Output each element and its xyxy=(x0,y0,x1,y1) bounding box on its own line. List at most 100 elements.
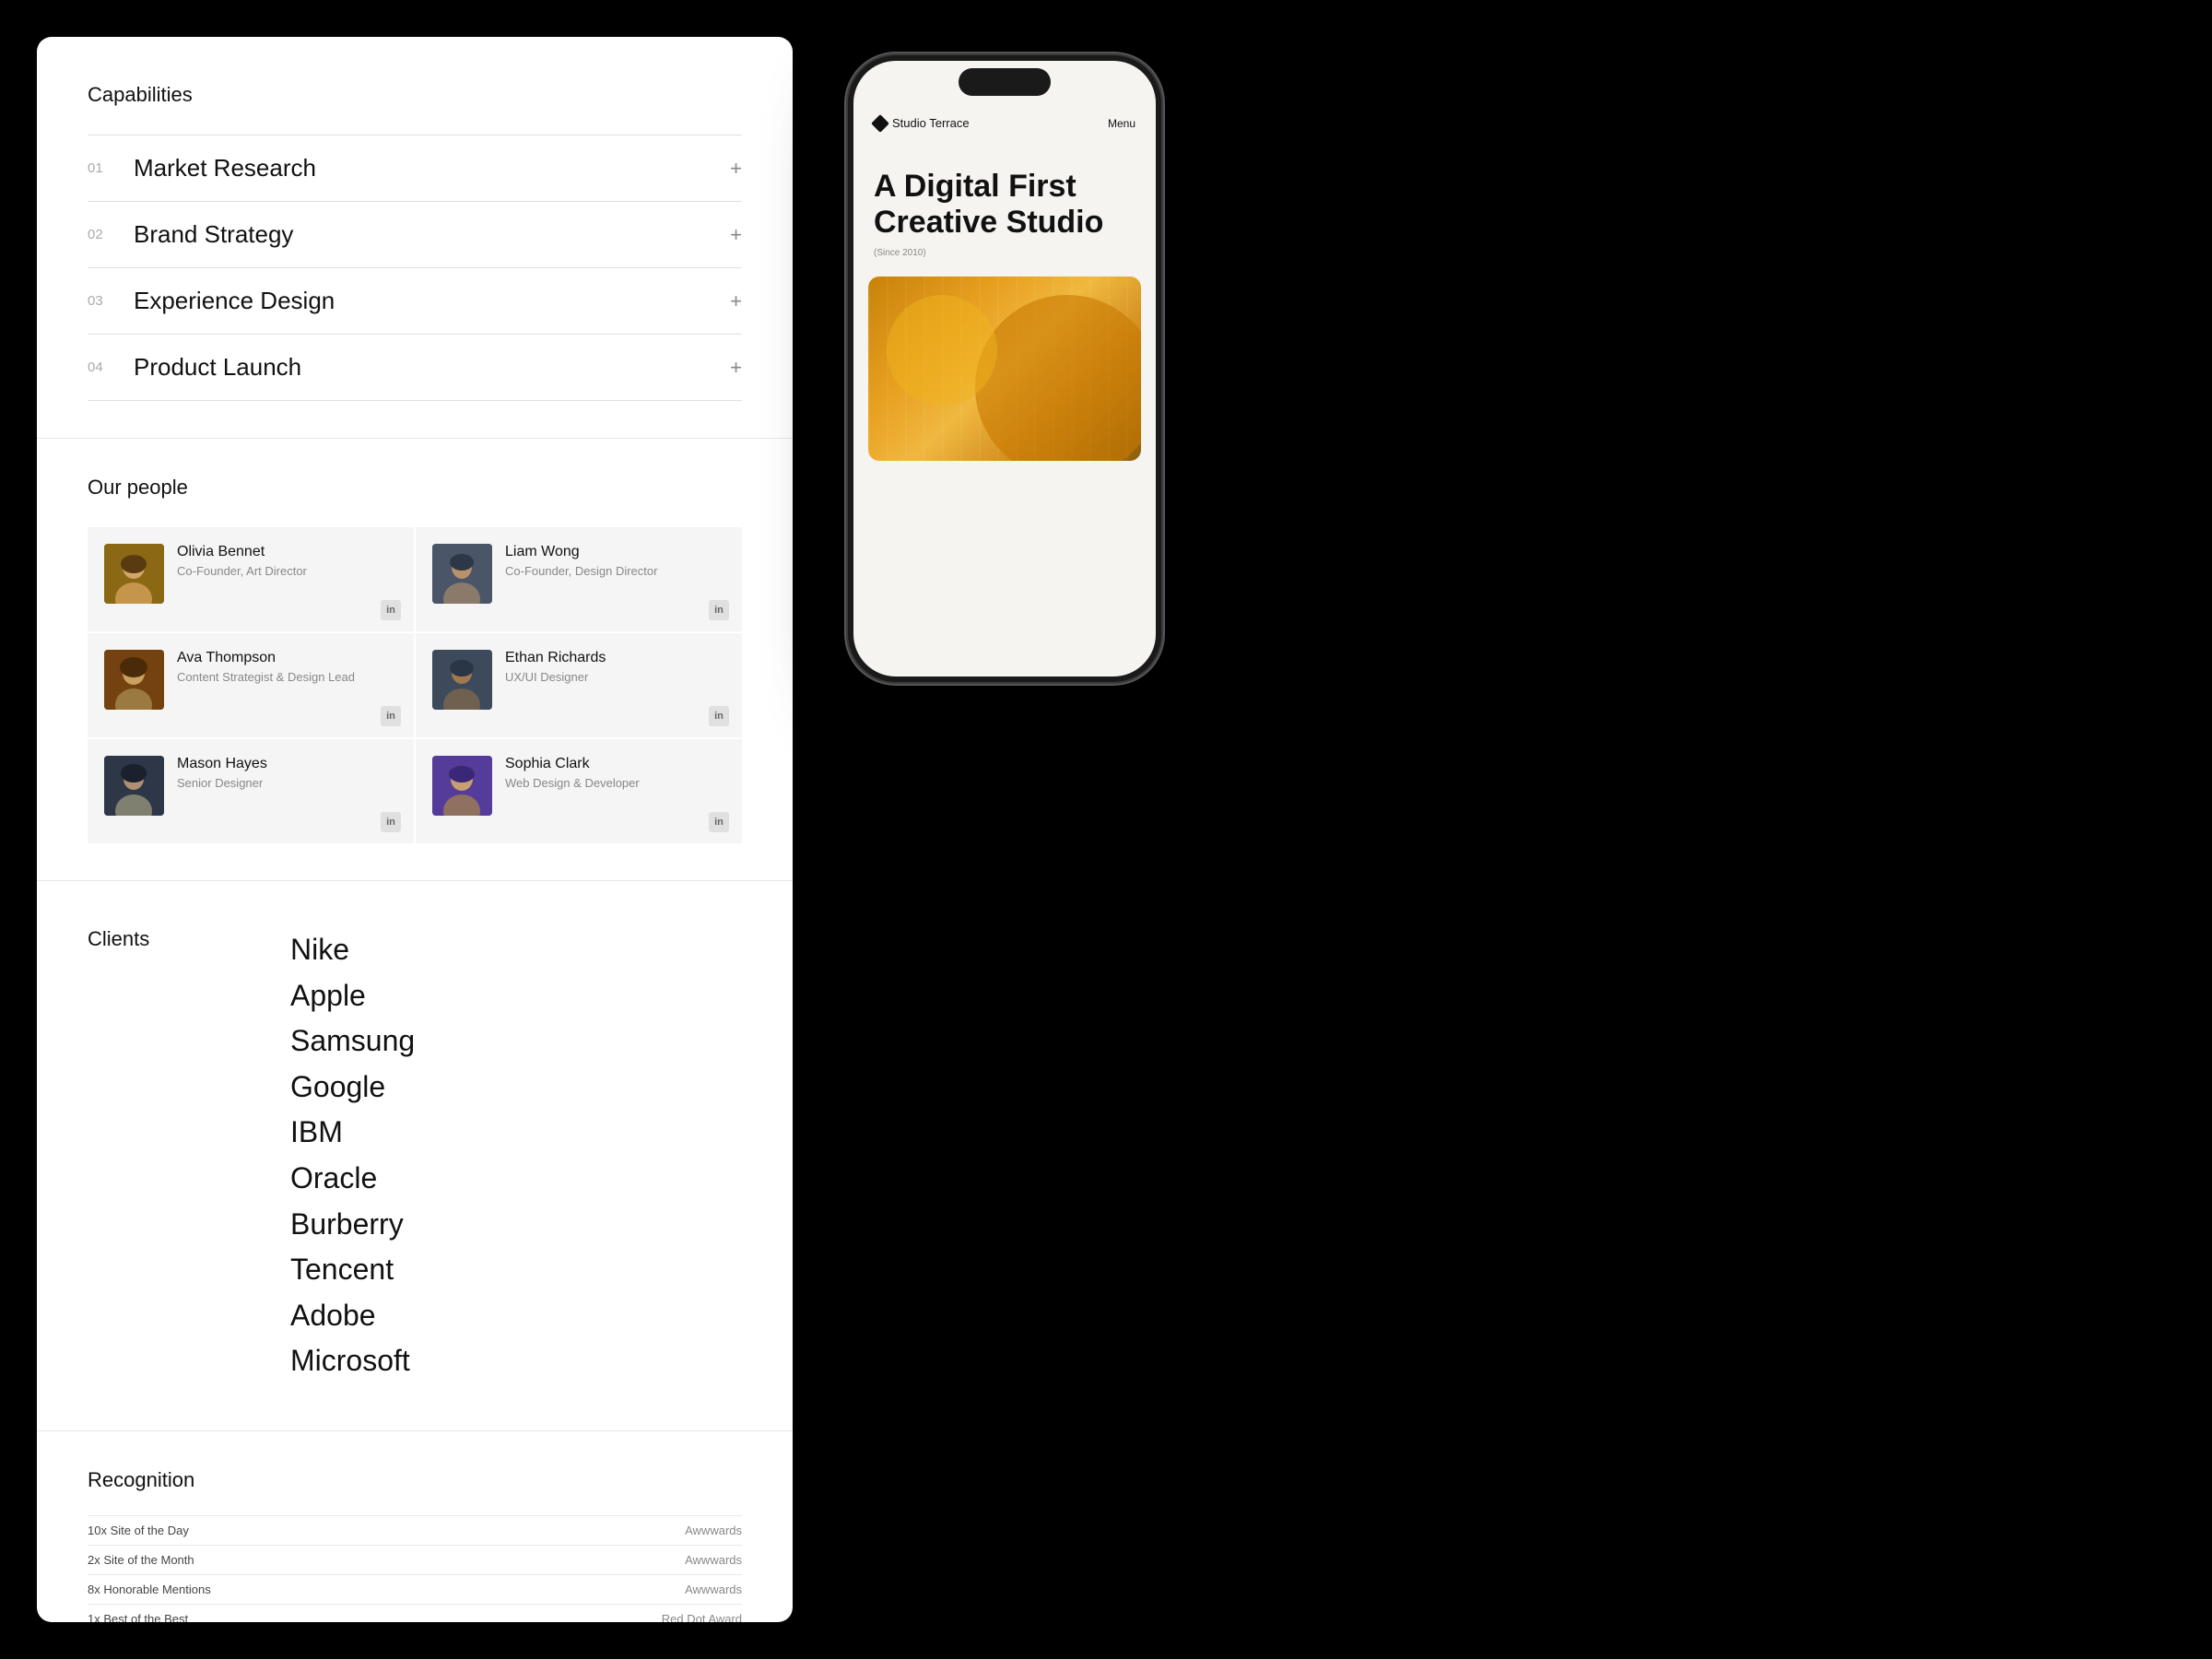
capability-item-2[interactable]: 02 Brand Strategy + xyxy=(88,201,742,267)
person-card-ava: Ava Thompson Content Strategist & Design… xyxy=(88,633,414,737)
avatar-ethan xyxy=(432,650,492,710)
award-source-3: Awwwards xyxy=(484,1574,742,1604)
capabilities-title: Capabilities xyxy=(88,83,742,107)
person-name-ethan: Ethan Richards xyxy=(505,650,725,666)
clients-list: Nike Apple Samsung Google IBM Oracle Bur… xyxy=(290,927,415,1384)
hero-subtext: (Since 2010) xyxy=(874,248,1135,258)
cap-number-4: 04 xyxy=(88,359,134,375)
person-name-ava: Ava Thompson xyxy=(177,650,397,666)
person-info-ethan: Ethan Richards UX/UI Designer xyxy=(505,650,725,684)
award-source-4: Red Dot Award xyxy=(484,1604,742,1622)
image-shape-2 xyxy=(887,295,997,406)
people-section: Our people Olivia Bennet Co-Founder, Art xyxy=(37,439,793,881)
recognition-row-1: 10x Site of the Day Awwwards xyxy=(88,1515,742,1545)
clients-title: Clients xyxy=(88,927,198,1384)
client-tencent: Tencent xyxy=(290,1247,415,1293)
capability-list: 01 Market Research + 02 Brand Strategy +… xyxy=(88,135,742,401)
client-burberry: Burberry xyxy=(290,1202,415,1248)
phone-logo-text: Studio Terrace xyxy=(892,116,970,130)
linkedin-icon-sophia[interactable]: in xyxy=(709,812,729,832)
linkedin-icon-liam[interactable]: in xyxy=(709,600,729,620)
left-panel: Capabilities 01 Market Research + 02 Bra… xyxy=(37,37,793,1622)
person-role-mason: Senior Designer xyxy=(177,776,397,790)
recognition-table: 10x Site of the Day Awwwards 2x Site of … xyxy=(88,1515,742,1622)
capabilities-section: Capabilities 01 Market Research + 02 Bra… xyxy=(37,37,793,439)
phone-logo: Studio Terrace xyxy=(874,116,970,130)
client-google: Google xyxy=(290,1065,415,1111)
client-samsung: Samsung xyxy=(290,1018,415,1065)
avatar-ava xyxy=(104,650,164,710)
person-info-mason: Mason Hayes Senior Designer xyxy=(177,756,397,790)
cap-name-1: Market Research xyxy=(134,154,730,182)
award-source-1: Awwwards xyxy=(484,1515,742,1545)
hero-headline: A Digital First Creative Studio xyxy=(874,169,1135,241)
avatar-liam xyxy=(432,544,492,604)
person-role-olivia: Co-Founder, Art Director xyxy=(177,564,397,578)
person-card-liam: Liam Wong Co-Founder, Design Director in xyxy=(416,527,742,631)
recognition-section: Recognition 10x Site of the Day Awwwards… xyxy=(37,1431,793,1622)
person-role-ava: Content Strategist & Design Lead xyxy=(177,670,397,684)
award-label-2: 2x Site of the Month xyxy=(88,1545,484,1574)
capability-item-3[interactable]: 03 Experience Design + xyxy=(88,267,742,334)
phone-menu-button[interactable]: Menu xyxy=(1108,117,1135,130)
clients-section: Clients Nike Apple Samsung Google IBM Or… xyxy=(37,881,793,1431)
person-info-liam: Liam Wong Co-Founder, Design Director xyxy=(505,544,725,578)
person-role-ethan: UX/UI Designer xyxy=(505,670,725,684)
person-info-sophia: Sophia Clark Web Design & Developer xyxy=(505,756,725,790)
award-label-3: 8x Honorable Mentions xyxy=(88,1574,484,1604)
cap-number-3: 03 xyxy=(88,293,134,309)
cap-plus-1: + xyxy=(730,157,742,181)
client-oracle: Oracle xyxy=(290,1156,415,1202)
recognition-row-3: 8x Honorable Mentions Awwwards xyxy=(88,1574,742,1604)
client-apple: Apple xyxy=(290,973,415,1019)
client-adobe: Adobe xyxy=(290,1293,415,1339)
award-label-1: 10x Site of the Day xyxy=(88,1515,484,1545)
client-ibm: IBM xyxy=(290,1110,415,1156)
cap-plus-4: + xyxy=(730,356,742,380)
avatar-olivia xyxy=(104,544,164,604)
cap-plus-3: + xyxy=(730,289,742,313)
recognition-row-4: 1x Best of the Best Red Dot Award xyxy=(88,1604,742,1622)
person-card-ethan: Ethan Richards UX/UI Designer in xyxy=(416,633,742,737)
logo-diamond-icon xyxy=(871,114,889,133)
client-nike: Nike xyxy=(290,927,415,973)
cap-plus-2: + xyxy=(730,223,742,247)
person-name-olivia: Olivia Bennet xyxy=(177,544,397,560)
people-grid: Olivia Bennet Co-Founder, Art Director i… xyxy=(88,527,742,843)
person-card-sophia: Sophia Clark Web Design & Developer in xyxy=(416,739,742,843)
recognition-title: Recognition xyxy=(88,1468,742,1492)
person-card-olivia: Olivia Bennet Co-Founder, Art Director i… xyxy=(88,527,414,631)
recognition-row-2: 2x Site of the Month Awwwards xyxy=(88,1545,742,1574)
linkedin-icon-ethan[interactable]: in xyxy=(709,706,729,726)
cap-name-2: Brand Strategy xyxy=(134,220,730,249)
phone-notch xyxy=(959,68,1051,96)
people-title: Our people xyxy=(88,476,742,500)
phone-screen: Studio Terrace Menu A Digital First Crea… xyxy=(853,61,1156,677)
client-microsoft: Microsoft xyxy=(290,1338,415,1384)
linkedin-icon-olivia[interactable]: in xyxy=(381,600,401,620)
award-source-2: Awwwards xyxy=(484,1545,742,1574)
person-card-mason: Mason Hayes Senior Designer in xyxy=(88,739,414,843)
linkedin-icon-mason[interactable]: in xyxy=(381,812,401,832)
linkedin-icon-ava[interactable]: in xyxy=(381,706,401,726)
capability-item-1[interactable]: 01 Market Research + xyxy=(88,135,742,201)
person-name-sophia: Sophia Clark xyxy=(505,756,725,772)
cap-name-3: Experience Design xyxy=(134,287,730,315)
capability-item-4[interactable]: 04 Product Launch + xyxy=(88,334,742,401)
person-role-liam: Co-Founder, Design Director xyxy=(505,564,725,578)
award-label-4: 1x Best of the Best xyxy=(88,1604,484,1622)
main-wrapper: Capabilities 01 Market Research + 02 Bra… xyxy=(0,0,2212,1659)
cap-name-4: Product Launch xyxy=(134,353,730,382)
phone-hero-image xyxy=(868,276,1141,461)
phone-mockup: Studio Terrace Menu A Digital First Crea… xyxy=(848,55,1161,682)
avatar-sophia xyxy=(432,756,492,816)
avatar-mason xyxy=(104,756,164,816)
person-info-olivia: Olivia Bennet Co-Founder, Art Director xyxy=(177,544,397,578)
phone-hero-text: A Digital First Creative Studio (Since 2… xyxy=(853,141,1156,276)
person-role-sophia: Web Design & Developer xyxy=(505,776,725,790)
right-panel: Studio Terrace Menu A Digital First Crea… xyxy=(848,37,1161,682)
person-info-ava: Ava Thompson Content Strategist & Design… xyxy=(177,650,397,684)
person-name-mason: Mason Hayes xyxy=(177,756,397,772)
cap-number-2: 02 xyxy=(88,227,134,242)
person-name-liam: Liam Wong xyxy=(505,544,725,560)
